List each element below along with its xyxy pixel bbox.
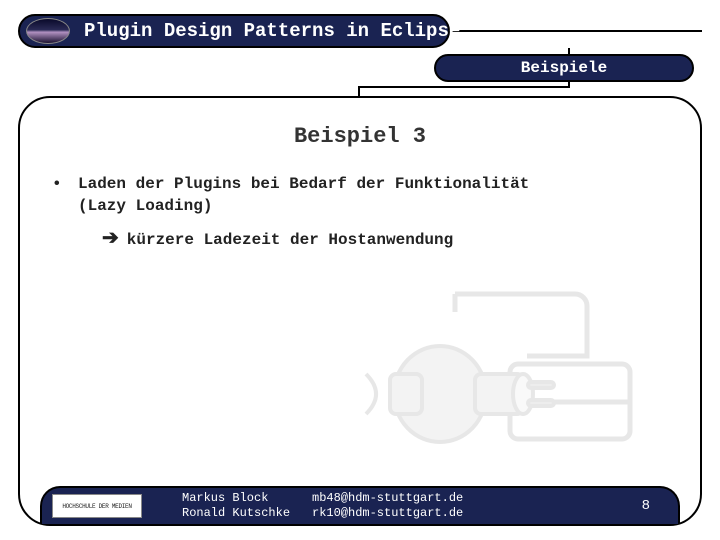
author-row: Markus Block mb48@hdm-stuttgart.de bbox=[182, 491, 463, 506]
content-frame: Beispiel 3 • Laden der Plugins bei Bedar… bbox=[18, 96, 702, 526]
eclipse-logo-icon bbox=[26, 18, 70, 44]
bullet-text: Laden der Plugins bei Bedarf der Funktio… bbox=[78, 173, 529, 218]
title-connector-line bbox=[430, 30, 702, 32]
plugin-illustration-icon bbox=[360, 274, 660, 464]
footer-bar: HOCHSCHULE DER MEDIEN Markus Block mb48@… bbox=[40, 486, 680, 524]
hdm-logo-text: HOCHSCHULE DER MEDIEN bbox=[62, 503, 131, 510]
content-heading: Beispiel 3 bbox=[52, 124, 668, 149]
footer-authors: Markus Block mb48@hdm-stuttgart.de Ronal… bbox=[182, 491, 463, 521]
sub-bullet-text: kürzere Ladezeit der Hostanwendung bbox=[127, 229, 453, 251]
arrow-right-icon: ➔ bbox=[102, 224, 119, 252]
author2-email: rk10@hdm-stuttgart.de bbox=[312, 506, 463, 521]
subtitle-pill: Beispiele bbox=[434, 54, 694, 82]
subtitle-connector-v2 bbox=[358, 86, 360, 98]
subtitle-connector-h bbox=[360, 86, 570, 88]
page-title: Plugin Design Patterns in Eclipse bbox=[84, 20, 460, 42]
bullet-list: • Laden der Plugins bei Bedarf der Funkt… bbox=[52, 173, 668, 252]
page-number: 8 bbox=[642, 498, 650, 514]
bullet-line1: Laden der Plugins bei Bedarf der Funktio… bbox=[78, 175, 529, 193]
bullet-dot-icon: • bbox=[52, 173, 78, 218]
title-bar: Plugin Design Patterns in Eclipse bbox=[18, 14, 450, 48]
bullet-item: • Laden der Plugins bei Bedarf der Funkt… bbox=[52, 173, 668, 218]
sub-bullet-item: ➔ kürzere Ladezeit der Hostanwendung bbox=[102, 224, 668, 252]
author-row: Ronald Kutschke rk10@hdm-stuttgart.de bbox=[182, 506, 463, 521]
subtitle-text: Beispiele bbox=[521, 59, 607, 77]
hdm-logo-icon: HOCHSCHULE DER MEDIEN bbox=[52, 494, 142, 518]
author1-name: Markus Block bbox=[182, 491, 312, 506]
bullet-line2: (Lazy Loading) bbox=[78, 197, 212, 215]
author1-email: mb48@hdm-stuttgart.de bbox=[312, 491, 463, 506]
author2-name: Ronald Kutschke bbox=[182, 506, 312, 521]
